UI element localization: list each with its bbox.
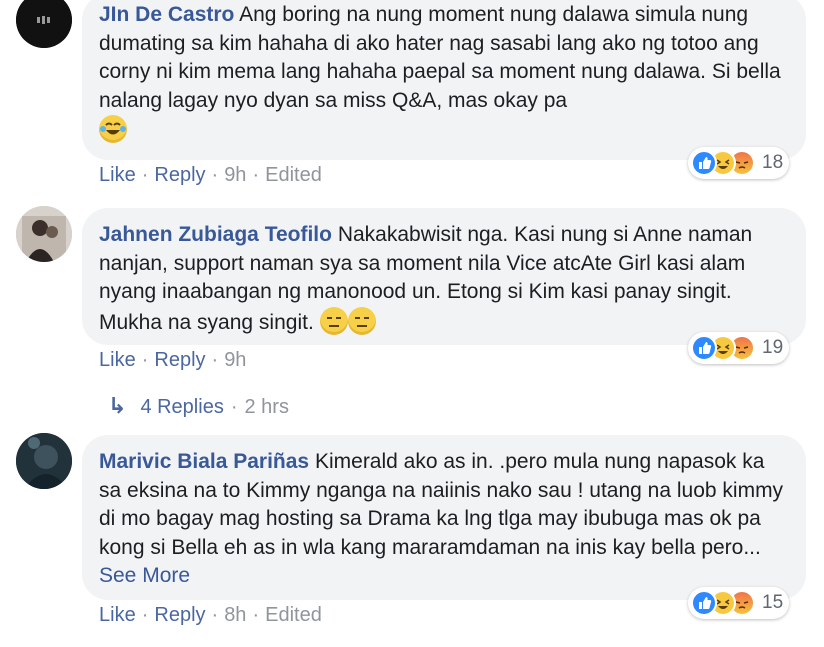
timestamp[interactable]: 8h	[224, 604, 246, 626]
reply-button[interactable]: Reply	[154, 604, 205, 626]
comment-actions: Like · Reply · 9h · Edited	[99, 164, 322, 186]
reactions-summary[interactable]: 19	[688, 332, 790, 364]
author-name[interactable]: Marivic Biala Pariñas	[99, 450, 309, 473]
replies-count[interactable]: 4 Replies	[140, 396, 223, 418]
reaction-count: 15	[762, 592, 784, 613]
avatar[interactable]	[16, 433, 72, 489]
expressionless-emoji	[319, 306, 348, 335]
comment-actions: Like · Reply · 9h	[99, 349, 247, 371]
author-name[interactable]: JIn De Castro	[99, 3, 234, 26]
like-button[interactable]: Like	[99, 164, 136, 186]
timestamp[interactable]: 9h	[224, 164, 246, 186]
edited-label[interactable]: Edited	[265, 164, 322, 186]
comment-bubble: Marivic Biala Pariñas Kimerald ako as in…	[82, 435, 806, 600]
like-button[interactable]: Like	[99, 604, 136, 626]
tears-of-joy-emoji	[99, 115, 127, 143]
comment-actions: Like · Reply · 8h · Edited	[99, 604, 322, 626]
reply-arrow-icon: ↳	[108, 393, 127, 418]
reactions-summary[interactable]: 15	[688, 587, 790, 619]
avatar-image	[16, 0, 72, 48]
like-button[interactable]: Like	[99, 349, 136, 371]
reaction-count: 19	[762, 337, 784, 358]
reply-button[interactable]: Reply	[154, 349, 205, 371]
replies-time: 2 hrs	[244, 396, 289, 418]
avatar[interactable]	[16, 0, 72, 48]
avatar[interactable]	[16, 206, 72, 262]
timestamp[interactable]: 9h	[224, 349, 246, 371]
avatar-image	[16, 206, 72, 262]
comment-bubble: JIn De Castro Ang boring na nung moment …	[82, 0, 806, 160]
view-replies-link[interactable]: ↳ 4 Replies · 2 hrs	[108, 393, 289, 419]
like-reaction-icon	[691, 335, 717, 361]
like-reaction-icon	[691, 150, 717, 176]
reply-button[interactable]: Reply	[154, 164, 205, 186]
author-name[interactable]: Jahnen Zubiaga Teofilo	[99, 223, 332, 246]
see-more-link[interactable]: See More	[99, 564, 190, 587]
comment-bubble: Jahnen Zubiaga Teofilo Nakakabwisit nga.…	[82, 208, 806, 345]
edited-label[interactable]: Edited	[265, 604, 322, 626]
reaction-count: 18	[762, 152, 784, 173]
reactions-summary[interactable]: 18	[688, 147, 790, 179]
expressionless-emoji	[347, 306, 376, 335]
like-reaction-icon	[691, 590, 717, 616]
avatar-image	[16, 433, 72, 489]
